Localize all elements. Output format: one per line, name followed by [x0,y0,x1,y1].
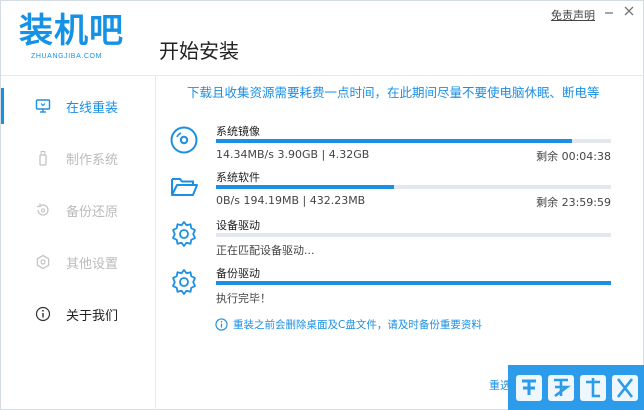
sidebar-item-other-settings[interactable]: 其他设置 [1,236,155,288]
sidebar-item-label: 关于我们 [66,308,119,324]
task-name: 系统软件 [216,171,260,184]
sidebar-item-backup-restore[interactable]: 备份还原 [1,184,155,236]
sidebar-item-label: 制作系统 [66,152,119,168]
backup-warning: 重装之前会删除桌面及C盘文件，请及时备份重要资料 [215,317,482,332]
sidebar: 在线重装 制作系统 备份还原 其他设置 关于我们 [1,76,155,410]
task-status: 14.34MB/s 3.90GB | 4.32GB [216,148,370,161]
sidebar-divider [155,75,156,410]
disc-icon [169,125,199,155]
watermark-logo [508,365,644,410]
sidebar-item-label: 其他设置 [66,256,119,272]
task-status: 正在匹配设备驱动... [216,244,315,257]
task-row-device-driver: 设备驱动 正在匹配设备驱动... [169,217,613,263]
sidebar-item-make-system[interactable]: 制作系统 [1,132,155,184]
progress-fill [216,281,611,285]
warning-text: 重装之前会删除桌面及C盘文件，请及时备份重要资料 [233,319,482,331]
task-status: 执行完毕！ [216,292,271,305]
task-status: 0B/s 194.19MB | 432.23MB [216,194,366,207]
logo-subtext: ZHUANGJIBA.COM [31,53,103,60]
logo-text: 装机吧 [19,11,124,51]
sidebar-item-online-reinstall[interactable]: 在线重装 [1,80,155,132]
close-icon[interactable] [621,5,637,22]
progress-fill [216,139,572,143]
minimize-icon[interactable] [601,5,617,22]
task-remaining: 剩余 00:04:38 [536,150,611,163]
task-name: 设备驱动 [216,219,260,232]
folder-icon [169,171,199,201]
sidebar-item-label: 备份还原 [66,204,119,220]
task-name: 系统镜像 [216,125,260,138]
gear-icon [169,267,199,297]
progress-fill [216,185,394,189]
restore-icon [35,202,51,218]
info-icon [215,318,228,331]
task-name: 备份驱动 [216,267,260,280]
progress-track [216,281,611,285]
download-notice: 下载且收集资源需要耗费一点时间，在此期间尽量不要使电脑休眠、断电等 [187,85,600,100]
task-remaining: 剩余 23:59:59 [536,196,611,209]
monitor-icon [35,98,51,114]
progress-track [216,185,611,189]
task-row-system-image: 系统镜像 14.34MB/s 3.90GB | 4.32GB 剩余 00:04:… [169,123,613,169]
gear-icon [169,219,199,249]
task-row-system-software: 系统软件 0B/s 194.19MB | 432.23MB 剩余 23:59:5… [169,169,613,215]
disclaimer-link[interactable]: 免责声明 [551,7,595,23]
settings-icon [35,254,51,270]
usb-drive-icon [35,150,51,166]
task-row-backup-driver: 备份驱动 执行完毕！ [169,265,613,311]
info-icon [35,306,51,322]
sidebar-item-label: 在线重装 [66,100,119,116]
installer-window: 装机吧 ZHUANGJIBA.COM 开始安装 免责声明 在线重装 制作系统 备… [0,0,644,410]
progress-track [216,233,611,237]
sidebar-item-about-us[interactable]: 关于我们 [1,288,155,340]
app-logo: 装机吧 ZHUANGJIBA.COM [19,9,137,65]
progress-track [216,139,611,143]
page-title: 开始安装 [159,39,239,63]
